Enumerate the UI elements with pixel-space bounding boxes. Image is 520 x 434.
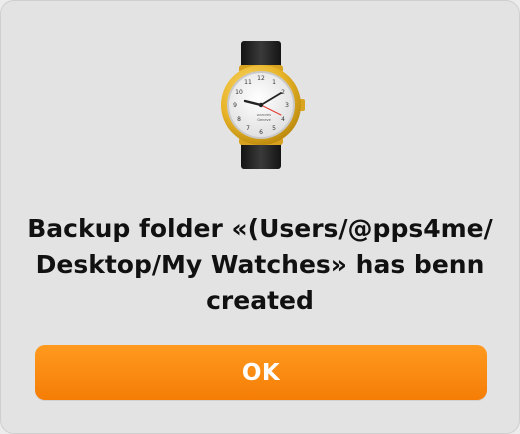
svg-text:5: 5 <box>272 125 276 132</box>
svg-text:10: 10 <box>235 89 243 96</box>
svg-text:8: 8 <box>237 116 241 123</box>
svg-text:9: 9 <box>233 102 237 109</box>
svg-text:7: 7 <box>246 125 250 132</box>
message-line: Desktop/My Watches» has benn <box>35 250 485 279</box>
svg-text:12: 12 <box>257 75 265 82</box>
ok-button[interactable]: OK <box>35 345 487 400</box>
svg-text:3: 3 <box>285 102 289 109</box>
message-line: Backup folder «(Users/@pps4me/ <box>27 214 493 243</box>
message-line: created <box>206 286 314 315</box>
watch-brand-line2: Geneve <box>257 118 270 122</box>
wristwatch-icon: 12 3 6 9 1 2 4 5 7 8 10 11 WATCHES Genev… <box>215 39 307 171</box>
backup-created-dialog: 12 3 6 9 1 2 4 5 7 8 10 11 WATCHES Genev… <box>0 0 520 434</box>
svg-text:11: 11 <box>244 79 252 86</box>
svg-text:6: 6 <box>259 129 263 136</box>
svg-text:1: 1 <box>272 79 276 86</box>
watch-brand-line1: WATCHES <box>257 113 272 117</box>
svg-text:4: 4 <box>281 116 285 123</box>
dialog-message: Backup folder «(Users/@pps4me/ Desktop/M… <box>21 211 499 319</box>
